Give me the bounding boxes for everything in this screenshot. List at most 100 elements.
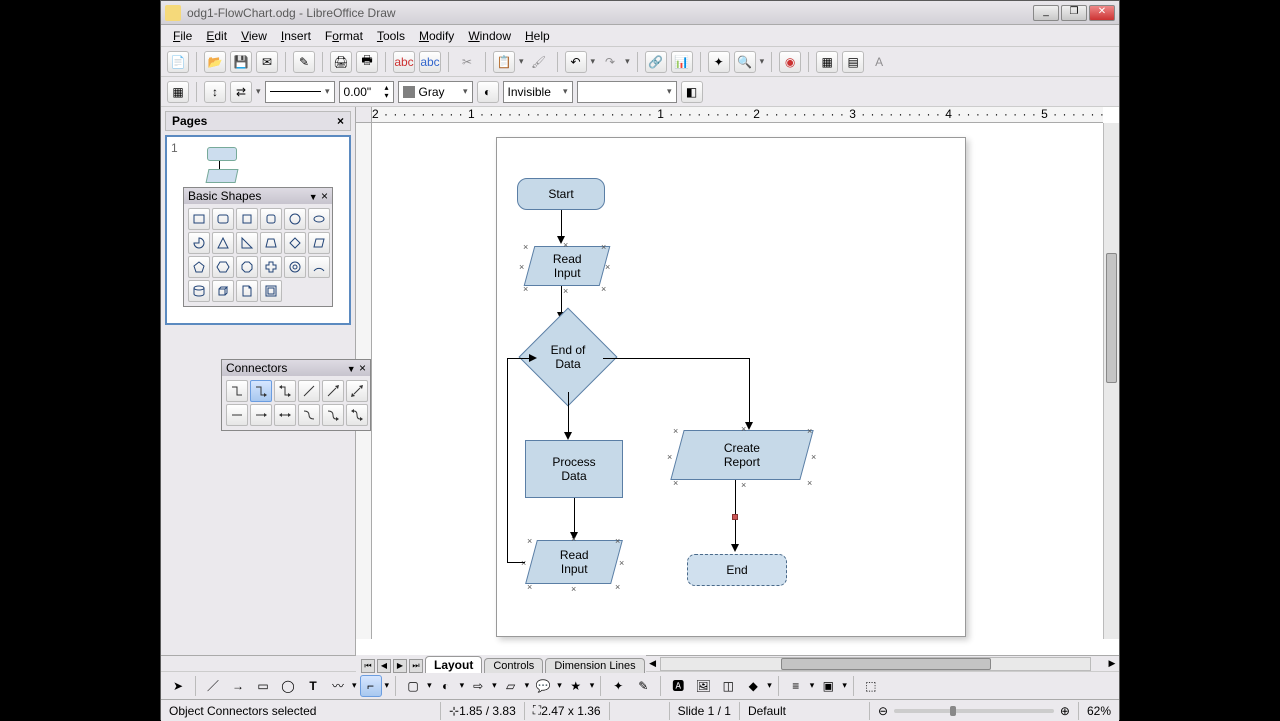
line-style-dropdown[interactable]: ▾ — [265, 81, 335, 103]
symbol-shapes-tool[interactable]: ◐ — [435, 675, 457, 697]
curve-tool[interactable]: 〰 — [327, 675, 349, 697]
menu-help[interactable]: Help — [519, 27, 556, 45]
print-button[interactable]: 🖶 — [356, 51, 378, 73]
chart-button[interactable]: 📊 — [671, 51, 693, 73]
flowcharts-tool[interactable]: ▱ — [500, 675, 522, 697]
help-button[interactable]: ◉ — [779, 51, 801, 73]
fontwork-button[interactable]: A — [868, 51, 890, 73]
connector-standard[interactable] — [226, 380, 248, 402]
shape-create-report[interactable]: Create Report — [670, 430, 813, 480]
points-tool[interactable]: ✦ — [607, 675, 629, 697]
arrow-tool[interactable]: → — [227, 675, 249, 697]
scrollbar-horizontal[interactable] — [660, 657, 1091, 671]
edit-file-button[interactable]: ✎ — [293, 51, 315, 73]
scrollbar-vertical[interactable] — [1103, 123, 1119, 639]
extrusion-tool[interactable]: ⬚ — [860, 675, 882, 697]
ellipse-tool[interactable]: ◯ — [277, 675, 299, 697]
paste-button[interactable]: 📋 — [493, 51, 515, 73]
menu-edit[interactable]: Edit — [200, 27, 233, 45]
open-button[interactable]: 📂 — [204, 51, 226, 73]
menu-modify[interactable]: Modify — [413, 27, 460, 45]
basic-shapes-tool[interactable]: ▢ — [402, 675, 424, 697]
shape-start[interactable]: Start — [517, 178, 605, 210]
menu-window[interactable]: Window — [462, 27, 517, 45]
arrow-style-button[interactable]: ↕ — [204, 81, 226, 103]
gallery-tool[interactable]: ◫ — [717, 675, 739, 697]
line-tool[interactable]: ／ — [202, 675, 224, 697]
line-style-button[interactable]: ⇄ — [230, 81, 252, 103]
tab-dimension-lines[interactable]: Dimension Lines — [545, 658, 644, 673]
menu-file[interactable]: File — [167, 27, 198, 45]
connector-curved-arrows[interactable] — [346, 404, 368, 426]
minimize-button[interactable]: _ — [1033, 5, 1059, 21]
new-button[interactable]: 📄 — [167, 51, 189, 73]
text-tool[interactable]: T — [302, 675, 324, 697]
hyperlink-button[interactable]: 🔗 — [645, 51, 667, 73]
canvas-area[interactable]: 2 · · · · · · · · · 1 · · · · · · · · · … — [356, 107, 1119, 655]
shape-pentagon[interactable] — [188, 256, 210, 278]
block-arrows-tool[interactable]: ⇨ — [467, 675, 489, 697]
shape-square[interactable] — [236, 208, 258, 230]
connector-standard-arrow[interactable] — [250, 380, 272, 402]
email-button[interactable]: ✉ — [256, 51, 278, 73]
zoom-slider[interactable]: ⊖ ⊕ — [870, 702, 1079, 720]
shape-circle[interactable] — [284, 208, 306, 230]
export-pdf-button[interactable]: 🖨 — [330, 51, 352, 73]
zoom-out-icon[interactable]: ⊖ — [878, 704, 888, 718]
connectors-header[interactable]: Connectors ▼ × — [222, 360, 370, 376]
maximize-button[interactable]: ❐ — [1061, 5, 1087, 21]
area-button[interactable]: ◐ — [477, 81, 499, 103]
select-tool[interactable]: ➤ — [167, 675, 189, 697]
shape-parallelogram[interactable] — [308, 232, 330, 254]
connector-tool[interactable]: ⌐ — [360, 675, 382, 697]
shape-cube[interactable] — [212, 280, 234, 302]
connector-curved-arrow[interactable] — [322, 404, 344, 426]
shape-diamond[interactable] — [284, 232, 306, 254]
nav-next[interactable]: ▶ — [393, 659, 407, 673]
redo-button[interactable]: ↷ — [599, 51, 621, 73]
basic-shapes-header[interactable]: Basic Shapes ▼ × — [184, 188, 332, 204]
menu-tools[interactable]: Tools — [371, 27, 411, 45]
shape-hexagon[interactable] — [212, 256, 234, 278]
format-paint-button[interactable]: 🖌 — [528, 51, 550, 73]
shape-arc[interactable] — [308, 256, 330, 278]
line-width-input[interactable]: 0.00"▴▾ — [339, 81, 394, 103]
drawing-page[interactable]: Start Read Input ××× ×× ××× End of Data — [496, 137, 966, 637]
connector-straight[interactable] — [226, 404, 248, 426]
zoom-in-icon[interactable]: ⊕ — [1060, 704, 1070, 718]
rectangle-tool[interactable]: ▭ — [252, 675, 274, 697]
glue-tool[interactable]: ✎ — [632, 675, 654, 697]
shape-process[interactable]: Process Data — [525, 440, 623, 498]
line-color-dropdown[interactable]: Gray▾ — [398, 81, 473, 103]
shape-end[interactable]: End — [687, 554, 787, 586]
zoom-button[interactable]: 🔍 — [734, 51, 756, 73]
shape-octagon[interactable] — [236, 256, 258, 278]
shape-frame[interactable] — [260, 280, 282, 302]
shape-pie[interactable] — [188, 232, 210, 254]
shape-paper[interactable] — [236, 280, 258, 302]
grid-button[interactable]: ▦ — [816, 51, 838, 73]
shape-read-input-2[interactable]: Read Input — [525, 540, 623, 584]
nav-first[interactable]: ⏮ — [361, 659, 375, 673]
connector-curved[interactable] — [298, 404, 320, 426]
connectors-panel[interactable]: Connectors ▼ × — [221, 359, 371, 431]
auto-spellcheck-button[interactable]: abc — [419, 51, 441, 73]
basic-shapes-panel[interactable]: Basic Shapes ▼ × — [183, 187, 333, 307]
close-button[interactable]: ✕ — [1089, 5, 1115, 21]
shape-rounded-rect[interactable] — [212, 208, 234, 230]
connector-straight-arrows[interactable] — [274, 404, 296, 426]
shadow-button[interactable]: ◧ — [681, 81, 703, 103]
menu-insert[interactable]: Insert — [275, 27, 317, 45]
guides-button[interactable]: ▤ — [842, 51, 864, 73]
nav-last[interactable]: ⏭ — [409, 659, 423, 673]
menu-view[interactable]: View — [235, 27, 273, 45]
arrange-tool[interactable]: ▣ — [817, 675, 839, 697]
shape-decision[interactable]: End of Data — [533, 322, 603, 392]
shape-trapezoid[interactable] — [260, 232, 282, 254]
shape-rectangle[interactable] — [188, 208, 210, 230]
ruler-horizontal[interactable]: 2 · · · · · · · · · 1 · · · · · · · · · … — [372, 107, 1103, 123]
close-icon[interactable]: × — [321, 189, 328, 203]
save-button[interactable]: 💾 — [230, 51, 252, 73]
shape-cylinder[interactable] — [188, 280, 210, 302]
connector-straight-arrow[interactable] — [250, 404, 272, 426]
